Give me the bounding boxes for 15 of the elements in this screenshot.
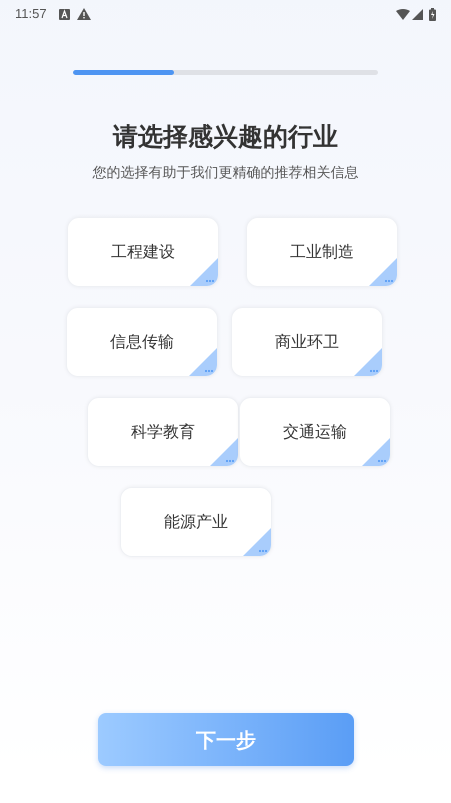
industry-option[interactable]: 科学教育 — [87, 397, 239, 467]
page-title: 请选择感兴趣的行业 — [112, 121, 339, 153]
page-subtitle: 您的选择有助于我们更精确的推荐相关信息 — [92, 164, 360, 183]
industry-option[interactable]: 工业制造 — [246, 217, 398, 287]
industry-option[interactable]: 商业环卫 — [231, 307, 383, 377]
warning-icon — [76, 8, 91, 20]
industry-option[interactable]: 工程建设 — [67, 217, 219, 287]
battery-icon — [429, 8, 436, 20]
signal-icon — [412, 8, 423, 20]
font-app-icon — [58, 8, 70, 20]
industry-option[interactable]: 交通运输 — [239, 397, 391, 467]
industry-option[interactable]: 能源产业 — [120, 487, 272, 557]
industry-option[interactable]: 信息传输 — [66, 307, 218, 377]
clock-time: 11:57 — [15, 5, 47, 24]
wifi-icon — [396, 8, 410, 20]
